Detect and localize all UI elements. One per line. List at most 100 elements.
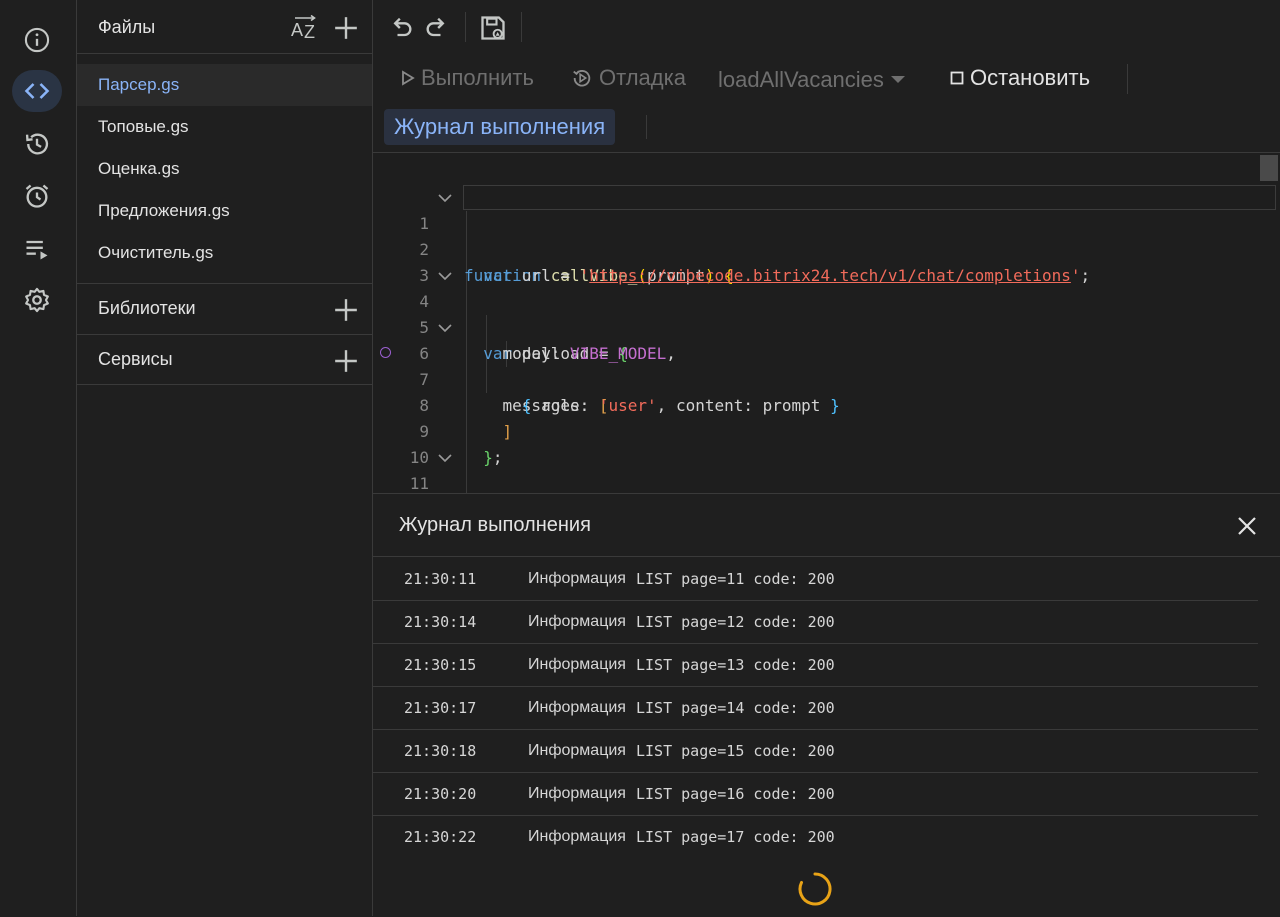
code-line: 6 messages: [	[373, 315, 1280, 415]
execution-log-toggle[interactable]: Журнал выполнения	[384, 109, 616, 145]
log-time: 21:30:22	[404, 828, 477, 846]
log-message: LIST page=13 code: 200	[636, 656, 835, 674]
log-row: 21:30:20 Информация LIST page=16 code: 2…	[373, 772, 1258, 816]
log-time: 21:30:17	[404, 699, 477, 717]
files-title: Файлы	[98, 17, 156, 37]
files-header: Файлы A Z	[77, 0, 372, 54]
log-message: LIST page=16 code: 200	[636, 785, 835, 803]
code-line: 1 function callVibe_(prompt) {	[373, 185, 1280, 285]
debug-label: Отладка	[599, 65, 686, 90]
file-item[interactable]: Топовые.gs	[77, 106, 372, 148]
file-item[interactable]: Предложения.gs	[77, 190, 372, 232]
log-row: 21:30:22 Информация LIST page=17 code: 2…	[373, 815, 1258, 858]
code-line: 4 var payload = {	[373, 263, 1280, 363]
toolbar-divider	[465, 12, 466, 42]
code-line: 11 var options = {	[373, 445, 1280, 493]
code-line: 7 { role: 'user', content: prompt }	[373, 341, 1280, 415]
overview-button[interactable]	[12, 19, 62, 61]
toolbar-divider	[521, 12, 522, 42]
add-library-icon[interactable]	[333, 297, 359, 323]
editor-button[interactable]	[12, 70, 62, 112]
stop-label: Остановить	[970, 65, 1091, 90]
save-drive-icon[interactable]	[479, 14, 507, 42]
undo-icon[interactable]	[387, 14, 415, 42]
settings-button[interactable]	[12, 279, 62, 321]
alarm-icon	[25, 184, 49, 208]
execution-log-panel: Журнал выполнения 21:30:11 Информация LI…	[373, 493, 1280, 917]
fold-chevron-icon[interactable]	[437, 191, 453, 205]
log-row: 21:30:14 Информация LIST page=12 code: 2…	[373, 600, 1258, 644]
log-level: Информация	[528, 613, 626, 630]
code-icon	[24, 83, 50, 99]
log-level: Информация	[528, 742, 626, 759]
file-item[interactable]: Парсер.gs	[77, 64, 372, 106]
main-area: Выполнить Отладка loadAllVacancies Остан…	[373, 0, 1280, 917]
history-button[interactable]	[12, 123, 62, 165]
code-line: 10	[373, 419, 1280, 467]
log-row: 21:30:15 Информация LIST page=13 code: 2…	[373, 643, 1258, 687]
log-message: LIST page=11 code: 200	[636, 570, 835, 588]
code-editor[interactable]: 1 function callVibe_(prompt) { 2 var url…	[373, 153, 1280, 493]
code-line: 2 var url = 'https://vibecode.bitrix24.t…	[373, 211, 1280, 285]
code-line: 5 model: VIBE_MODEL,	[373, 289, 1280, 363]
function-select[interactable]: loadAllVacancies	[718, 67, 912, 93]
executions-button[interactable]	[12, 228, 62, 270]
code-line: 9 };	[373, 393, 1280, 467]
fold-chevron-icon[interactable]	[437, 269, 453, 283]
file-item[interactable]: Очиститель.gs	[77, 232, 372, 274]
info-icon	[24, 27, 50, 53]
log-title: Журнал выполнения	[399, 514, 591, 536]
history-icon	[25, 133, 49, 155]
log-message: LIST page=17 code: 200	[636, 828, 835, 846]
function-name: loadAllVacancies	[718, 67, 884, 92]
redo-icon[interactable]	[423, 14, 451, 42]
left-rail	[0, 0, 77, 916]
svg-text:A: A	[291, 20, 303, 40]
services-label: Сервисы	[98, 349, 173, 369]
log-row: 21:30:18 Информация LIST page=15 code: 2…	[373, 729, 1258, 773]
log-level: Информация	[528, 570, 626, 587]
log-level: Информация	[528, 699, 626, 716]
log-time: 21:30:15	[404, 656, 477, 674]
edit-toolbar	[373, 0, 1280, 56]
log-time: 21:30:11	[404, 570, 477, 588]
editor-scrollbar[interactable]	[1260, 155, 1278, 181]
play-icon	[402, 70, 415, 86]
stop-icon	[950, 71, 964, 85]
stop-button[interactable]: Остановить	[950, 65, 1090, 91]
debug-button[interactable]: Отладка	[571, 65, 686, 91]
log-message: LIST page=12 code: 200	[636, 613, 835, 631]
loading-spinner-icon	[798, 872, 832, 906]
log-level: Информация	[528, 656, 626, 673]
log-level: Информация	[528, 785, 626, 802]
toolbar-divider	[646, 115, 647, 139]
fold-chevron-icon[interactable]	[437, 451, 453, 465]
log-time: 21:30:14	[404, 613, 477, 631]
add-file-icon[interactable]	[333, 15, 359, 41]
run-toolbar: Выполнить Отладка loadAllVacancies Остан…	[373, 56, 1280, 100]
file-item[interactable]: Оценка.gs	[77, 148, 372, 190]
sort-az-icon[interactable]: A Z	[291, 15, 319, 41]
triggers-button[interactable]	[12, 175, 62, 217]
log-message: LIST page=15 code: 200	[636, 742, 835, 760]
files-panel: Файлы A Z Парсер.gs Топовые.gs Оценка.gs…	[77, 0, 373, 916]
add-service-icon[interactable]	[333, 348, 359, 374]
log-row: 21:30:11 Информация LIST page=11 code: 2…	[373, 557, 1258, 601]
settings-icon	[25, 287, 49, 313]
debug-icon	[573, 70, 591, 87]
run-button[interactable]: Выполнить	[401, 65, 534, 91]
log-level: Информация	[528, 828, 626, 845]
code-line: 3	[373, 237, 1280, 285]
dropdown-arrow-icon	[890, 76, 905, 83]
log-time: 21:30:20	[404, 785, 477, 803]
fold-chevron-icon[interactable]	[437, 321, 453, 335]
log-message: LIST page=14 code: 200	[636, 699, 835, 717]
code-line: 12 method: 'post',	[373, 471, 1280, 493]
close-icon[interactable]	[1235, 514, 1259, 538]
code-line: 8 ]	[373, 367, 1280, 441]
svg-text:Z: Z	[304, 22, 315, 41]
libraries-section[interactable]: Библиотеки	[77, 283, 372, 334]
run-label: Выполнить	[421, 65, 534, 90]
log-row: 21:30:17 Информация LIST page=14 code: 2…	[373, 686, 1258, 730]
services-section[interactable]: Сервисы	[77, 334, 372, 385]
